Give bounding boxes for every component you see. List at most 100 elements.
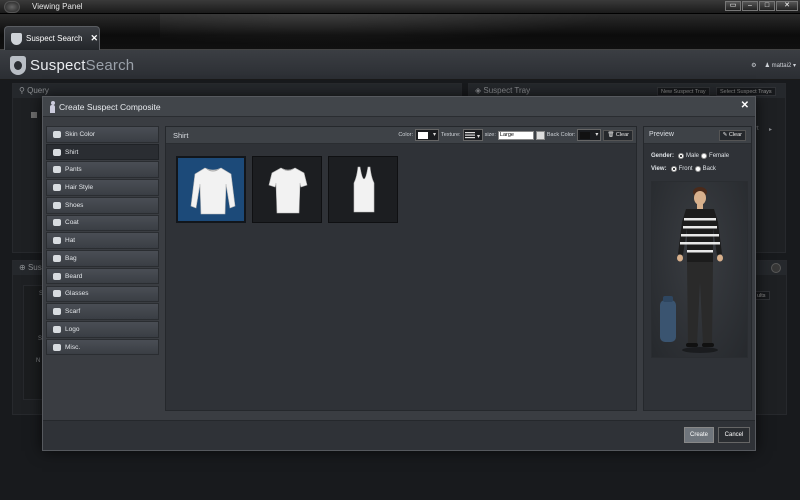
shield-icon — [11, 32, 22, 45]
back-color-swatch — [580, 132, 591, 139]
category-misc[interactable]: Misc. — [46, 338, 159, 356]
view-back-radio[interactable] — [694, 166, 701, 172]
beard-icon — [53, 272, 61, 280]
view-front-radio[interactable] — [670, 166, 677, 172]
dialog-footer: Create Cancel — [43, 420, 755, 450]
view-back-label: Back — [702, 166, 716, 172]
suspect-figure-image — [660, 187, 723, 353]
clear-shirt-button[interactable]: 🗑 Clear — [603, 129, 633, 141]
view-row: View: Front Back — [651, 166, 716, 172]
gear-icon[interactable]: ⚙ — [751, 62, 756, 69]
person-icon — [50, 101, 55, 113]
person-icon — [53, 130, 61, 138]
tab-suspect-search[interactable]: Suspect Search ✕ — [4, 26, 100, 50]
glasses-icon — [53, 290, 61, 298]
editor-toolbar: Color: ▾ Texture: ▾ size: Back Color: ▾ … — [398, 129, 633, 141]
size-input[interactable] — [497, 130, 534, 140]
scarf-icon — [53, 308, 61, 316]
gender-male-radio[interactable] — [678, 153, 685, 159]
cancel-button[interactable]: Cancel — [718, 427, 750, 443]
brand-left: Suspect — [30, 57, 86, 74]
svg-text:▾: ▾ — [477, 133, 480, 140]
color-label: Color: — [398, 132, 413, 138]
gender-female-radio[interactable] — [701, 153, 708, 159]
preview-header: Preview ✎ Clear — [644, 127, 751, 144]
category-beard[interactable]: Beard — [46, 267, 159, 285]
gender-male-label: Male — [686, 153, 700, 159]
size-spinner[interactable] — [535, 130, 545, 140]
user-icon: ♟ — [764, 63, 770, 69]
size-label: size: — [484, 132, 496, 138]
texture-label: Texture: — [441, 132, 461, 138]
close-window-icon[interactable]: ✕ — [776, 1, 798, 11]
back-color-label: Back Color: — [546, 132, 576, 138]
category-label: Pants — [65, 166, 82, 174]
category-label: Skin Color — [65, 130, 95, 138]
eraser-icon: ✎ — [722, 132, 728, 138]
shoe-icon — [53, 201, 61, 209]
trash-icon: 🗑 — [607, 131, 615, 138]
category-scarf[interactable]: Scarf — [46, 303, 159, 320]
category-list: Skin Color Shirt Pants Hair Style Shoes Coat H… — [46, 126, 159, 357]
category-coat[interactable]: Coat — [46, 214, 159, 232]
restore-icon[interactable]: ▭ — [725, 1, 741, 11]
category-shirt[interactable]: Shirt — [46, 143, 159, 161]
dropdown-arrow-icon: ▾ — [595, 132, 599, 138]
user-name[interactable]: ♟ mattai2 ▾ — [765, 62, 796, 69]
category-label: Glasses — [65, 290, 89, 298]
composite-preview-figure — [651, 181, 748, 358]
user-label: mattai2 — [771, 63, 792, 69]
category-glasses[interactable]: Glasses — [46, 285, 159, 303]
app-window: Viewing Panel ▭ – □ ✕ Suspect Search ✕ S… — [0, 0, 800, 500]
app-header: SuspectSearch ⚙ ♟ mattai2 ▾ — [0, 50, 800, 80]
category-logo[interactable]: Logo — [46, 321, 159, 338]
editor-header: Shirt Color: ▾ Texture: ▾ size: Back Col… — [166, 127, 636, 144]
category-label: Bag — [65, 254, 77, 262]
t-shirt-icon — [268, 167, 308, 214]
maximize-icon[interactable]: □ — [759, 1, 775, 11]
misc-icon — [53, 343, 61, 351]
clear-preview-button[interactable]: ✎ Clear — [718, 130, 746, 141]
close-icon[interactable]: ✕ — [741, 100, 749, 111]
tab-close-icon[interactable]: ✕ — [90, 33, 98, 44]
bag-icon — [53, 254, 61, 262]
category-label: Hat — [65, 237, 76, 245]
tab-strip: Suspect Search ✕ — [0, 14, 800, 50]
user-menu[interactable]: ⚙ ♟ mattai2 ▾ — [751, 62, 796, 69]
coat-icon — [53, 219, 61, 227]
shirt-editor-panel: Shirt Color: ▾ Texture: ▾ size: Back Col… — [165, 126, 637, 411]
brand-title: SuspectSearch — [30, 57, 134, 74]
category-label: Shirt — [65, 148, 79, 156]
color-picker[interactable]: ▾ — [415, 129, 439, 141]
category-bag[interactable]: Bag — [46, 250, 159, 267]
brand-shield-icon — [10, 56, 26, 75]
color-swatch — [418, 132, 428, 139]
editor-title: Shirt — [173, 131, 189, 140]
category-pants[interactable]: Pants — [46, 161, 159, 179]
back-color-picker[interactable]: ▾ — [577, 129, 602, 141]
category-skin-color[interactable]: Skin Color — [46, 126, 159, 143]
preview-title: Preview — [649, 131, 674, 138]
dialog-title: Create Suspect Composite — [59, 102, 161, 112]
category-label: Misc. — [65, 343, 81, 351]
long-sleeve-shirt-option[interactable] — [176, 156, 246, 223]
create-button[interactable]: Create — [684, 427, 714, 443]
long-sleeve-shirt-icon — [190, 167, 236, 215]
view-label: View: — [651, 166, 667, 172]
app-logo-icon — [4, 1, 20, 13]
category-hat[interactable]: Hat — [46, 232, 159, 249]
t-shirt-option[interactable] — [252, 156, 322, 223]
dialog-header: Create Suspect Composite ✕ — [43, 97, 755, 117]
minimize-icon[interactable]: – — [742, 1, 758, 11]
tank-top-option[interactable] — [328, 156, 398, 223]
gender-female-label: Female — [709, 153, 730, 159]
clear-label: Clear — [615, 131, 629, 138]
texture-picker[interactable]: ▾ — [462, 129, 483, 141]
dropdown-arrow-icon: ▾ — [432, 132, 436, 138]
tab-label: Suspect Search — [26, 34, 83, 43]
tank-top-icon — [353, 166, 375, 213]
category-label: Beard — [65, 272, 83, 280]
category-hair-style[interactable]: Hair Style — [46, 179, 159, 196]
category-shoes[interactable]: Shoes — [46, 196, 159, 214]
window-controls: ▭ – □ ✕ — [725, 1, 798, 11]
